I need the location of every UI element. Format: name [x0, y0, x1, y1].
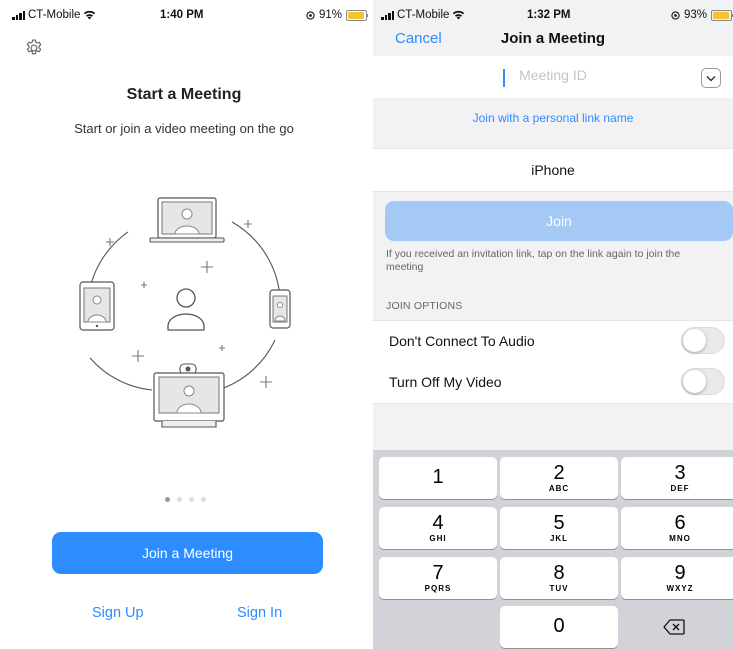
delete-key-icon [663, 619, 685, 635]
meeting-id-input[interactable] [433, 66, 673, 84]
display-name-field[interactable]: iPhone [373, 162, 733, 178]
carrier-name: CT-Mobile [397, 9, 450, 21]
battery: 93% [671, 9, 733, 21]
meeting-illustration [79, 197, 291, 428]
key-1[interactable]: 1 [379, 457, 497, 499]
key-digit: 1 [432, 466, 444, 488]
join-options-header: JOIN OPTIONS [386, 300, 463, 312]
key-letters: JKL [549, 534, 569, 543]
battery-fill [348, 11, 364, 19]
key-digit: 8 [553, 562, 565, 584]
key-letters: GHI [429, 534, 447, 543]
key-7[interactable]: 7 PQRS [379, 557, 497, 599]
phone-icon [269, 289, 291, 329]
status-time: 1:32 PM [527, 9, 571, 21]
sign-up-link[interactable]: Sign Up [92, 605, 144, 621]
key-3[interactable]: 3 DEF [621, 457, 733, 499]
page-indicator[interactable] [165, 497, 206, 502]
wifi-icon [84, 10, 96, 20]
key-digit: 5 [553, 512, 565, 534]
key-digit: 0 [553, 615, 565, 637]
battery-fill [713, 11, 729, 19]
option-label: Turn Off My Video [389, 374, 502, 390]
location-icon [306, 10, 315, 20]
key-letters: MNO [669, 534, 691, 543]
toggle-knob [683, 370, 706, 393]
status-bar: CT-Mobile 1:32 PM 93% [373, 0, 733, 28]
laptop-icon [149, 197, 225, 243]
wifi-icon [453, 10, 465, 20]
video-off-toggle[interactable] [681, 368, 725, 395]
page-dot[interactable] [201, 497, 206, 502]
battery-icon [346, 9, 368, 21]
battery-icon [711, 9, 733, 21]
key-digit: 7 [432, 562, 444, 584]
join-meeting-screen: CT-Mobile 1:32 PM 93% Join a Meeting Can… [373, 0, 733, 649]
key-letters: PQRS [424, 584, 452, 593]
nav-bar: Join a Meeting Cancel [373, 26, 733, 54]
key-9[interactable]: 9 WXYZ [621, 557, 733, 599]
key-0[interactable]: 0 [500, 606, 618, 648]
key-4[interactable]: 4 GHI [379, 507, 497, 549]
page-dot[interactable] [165, 497, 170, 502]
page-subtitle: Start or join a video meeting on the go [74, 121, 294, 136]
key-digit: 6 [674, 512, 686, 534]
key-letters: ABC [548, 484, 570, 493]
key-letters: DEF [670, 484, 690, 493]
battery-percent: 91% [319, 9, 343, 21]
join-button[interactable]: Join [385, 201, 733, 241]
chevron-down-icon [706, 75, 716, 81]
delete-key[interactable] [615, 606, 733, 648]
signal-icon [12, 10, 25, 20]
key-5[interactable]: 5 JKL [500, 507, 618, 549]
personal-link-name-link[interactable]: Join with a personal link name [373, 111, 733, 125]
meeting-history-dropdown[interactable] [701, 68, 721, 88]
gear-icon[interactable] [24, 38, 44, 58]
carrier: CT-Mobile [12, 9, 96, 21]
option-row-audio: Don't Connect To Audio [373, 320, 733, 363]
tablet-icon [79, 281, 115, 331]
page-dot[interactable] [189, 497, 194, 502]
sign-in-link[interactable]: Sign In [237, 605, 282, 621]
no-audio-toggle[interactable] [681, 327, 725, 354]
key-6[interactable]: 6 MNO [621, 507, 733, 549]
page-title: Start a Meeting [126, 86, 242, 103]
status-time: 1:40 PM [160, 9, 204, 21]
carrier: CT-Mobile [381, 9, 465, 21]
numeric-keypad: 1 2 ABC 3 DEF 4 GHI 5 JKL 6 MNO 7 PQRS 8 TUV 9 WXYZ 0 [373, 450, 733, 649]
person-icon [167, 288, 205, 331]
carrier-name: CT-Mobile [28, 9, 81, 21]
start-meeting-screen: CT-Mobile 1:40 PM 91% Start a Meeting St… [0, 0, 368, 649]
text-cursor [503, 69, 505, 87]
key-8[interactable]: 8 TUV [500, 557, 618, 599]
join-meeting-button[interactable]: Join a Meeting [52, 532, 323, 574]
key-2[interactable]: 2 ABC [500, 457, 618, 499]
key-digit: 4 [432, 512, 444, 534]
option-label: Don't Connect To Audio [389, 333, 535, 349]
battery-percent: 93% [684, 9, 708, 21]
cancel-button[interactable]: Cancel [395, 30, 442, 47]
camera-device-icon [153, 363, 225, 428]
battery: 91% [306, 9, 368, 21]
key-digit: 3 [674, 462, 686, 484]
key-letters: TUV [549, 584, 569, 593]
page-dot[interactable] [177, 497, 182, 502]
option-row-video: Turn Off My Video [373, 362, 733, 404]
key-letters: WXYZ [666, 584, 694, 593]
location-icon [671, 10, 680, 20]
key-digit: 2 [553, 462, 565, 484]
meeting-id-row [373, 56, 733, 98]
display-name-row[interactable]: iPhone [373, 148, 733, 192]
status-bar: CT-Mobile 1:40 PM 91% [0, 0, 368, 28]
signal-icon [381, 10, 394, 20]
invitation-hint: If you received an invitation link, tap … [386, 248, 681, 273]
key-digit: 9 [674, 562, 686, 584]
toggle-knob [683, 329, 706, 352]
